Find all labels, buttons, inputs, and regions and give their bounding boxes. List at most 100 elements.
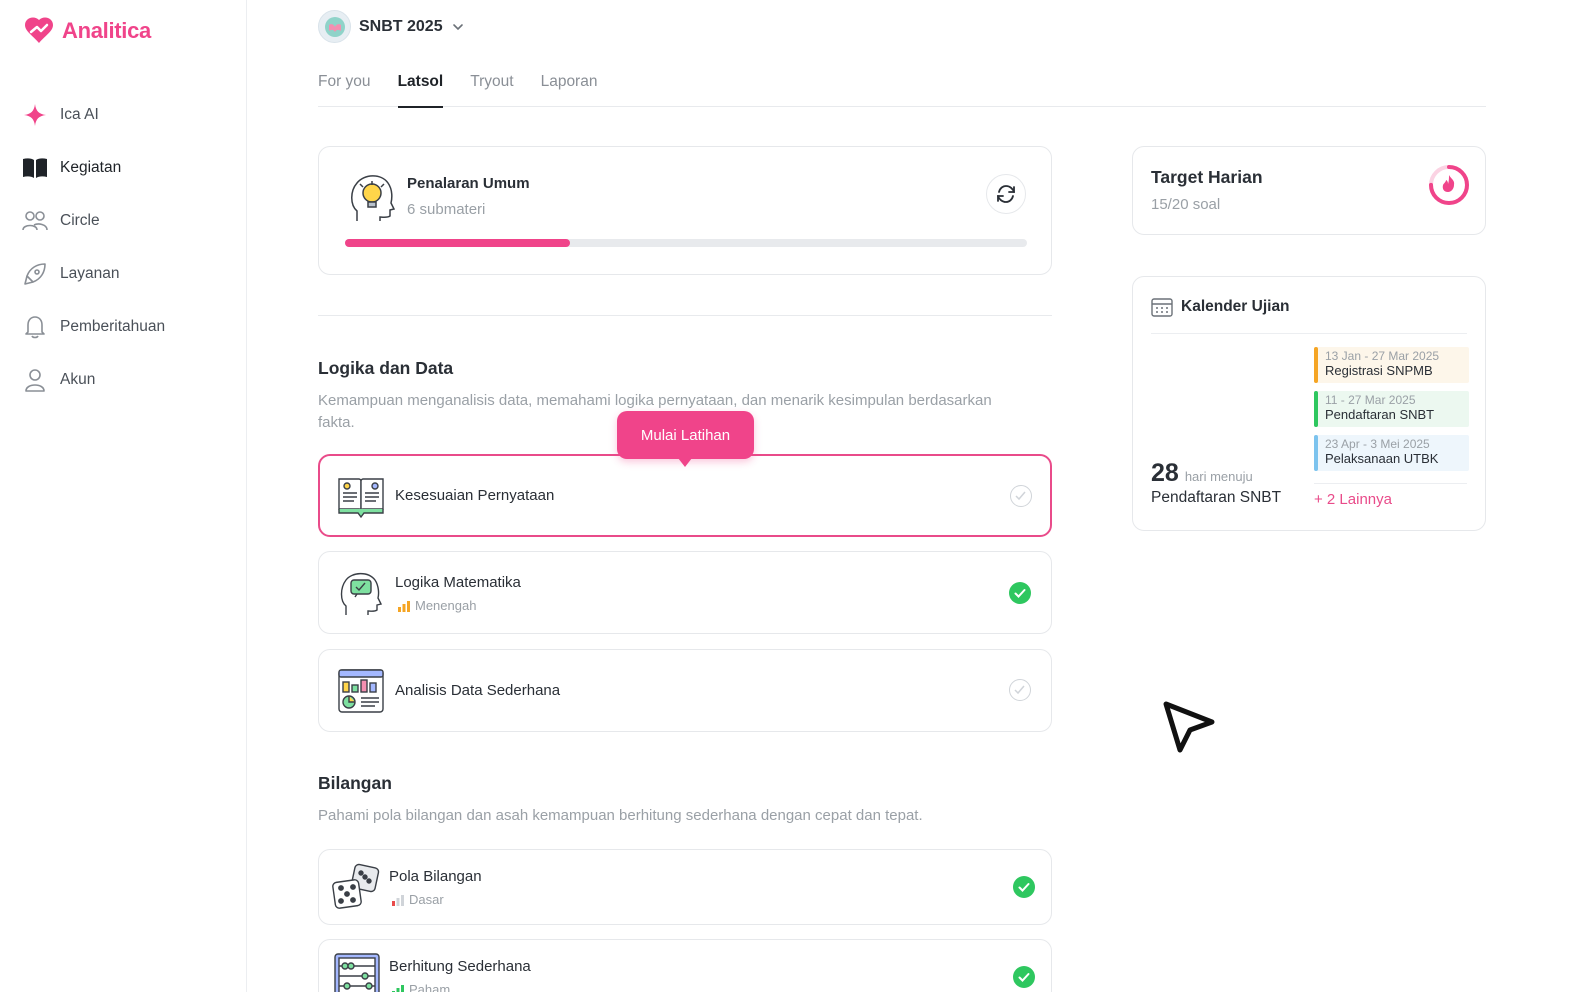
lesson-level-label: Paham: [409, 982, 451, 992]
tab-laporan[interactable]: Laporan: [541, 62, 598, 107]
lesson-title: Analisis Data Sederhana: [395, 682, 561, 699]
section-desc-bilangan: Pahami pola bilangan dan asah kemampuan …: [318, 807, 923, 824]
lesson-status-done-icon: [1013, 966, 1035, 988]
section-title-logika: Logika dan Data: [318, 358, 454, 378]
brand-name: Analitica: [62, 18, 151, 43]
exam-label: SNBT 2025: [359, 17, 443, 35]
rocket-icon: [22, 261, 48, 287]
tab-bar: For you Latsol Tryout Laporan: [318, 62, 1486, 108]
sidebar-item-layanan[interactable]: Layanan: [22, 247, 232, 300]
sidebar-item-label: Akun: [60, 370, 96, 388]
event-date: 11 - 27 Mar 2025: [1325, 393, 1416, 407]
lesson-status-unchecked-icon: [1010, 485, 1032, 507]
level-bars-icon: [392, 984, 404, 992]
start-practice-tooltip[interactable]: Mulai Latihan: [617, 411, 754, 467]
calendar-header: Kalender Ujian: [1151, 297, 1290, 317]
open-book-icon: [336, 471, 386, 519]
event-date: 13 Jan - 27 Mar 2025: [1325, 349, 1440, 363]
level-bars-icon: [392, 894, 404, 906]
daily-target-title: Target Harian: [1151, 167, 1263, 187]
tab-latsol[interactable]: Latsol: [397, 62, 443, 108]
sidebar-item-kegiatan[interactable]: Kegiatan: [22, 141, 232, 194]
countdown-event: Pendaftaran SNBT: [1151, 489, 1282, 506]
tooltip-label: Mulai Latihan: [640, 426, 731, 444]
head-chat-icon: [337, 568, 387, 616]
countdown-unit: hari menuju: [1184, 469, 1253, 484]
lesson-title: Logika Matematika: [395, 574, 521, 591]
subject-title: Penalaran Umum: [407, 175, 530, 192]
exam-calendar-card: Kalender Ujian 28 hari menuju Pendaftara…: [1132, 276, 1486, 531]
lesson-title: Pola Bilangan: [389, 868, 482, 885]
section-divider: [318, 315, 1052, 316]
calendar-events: 13 Jan - 27 Mar 2025 Registrasi SNPMB 11…: [1314, 347, 1469, 479]
event-color-bar: [1314, 391, 1318, 427]
countdown: 28 hari menuju: [1151, 459, 1253, 488]
calendar-event[interactable]: 13 Jan - 27 Mar 2025 Registrasi SNPMB: [1314, 347, 1469, 383]
daily-target-progress: 15/20 soal: [1151, 196, 1221, 213]
lightbulb-head-icon: [347, 169, 397, 225]
book-icon: [22, 155, 48, 181]
dice-icon: [331, 863, 381, 911]
target-ring-icon: [1429, 165, 1469, 205]
lesson-level: Menengah: [397, 598, 476, 613]
sparkle-icon: [22, 102, 48, 128]
subject-progress-fill: [345, 239, 571, 247]
lesson-status-unchecked-icon: [1009, 679, 1031, 701]
event-name: Registrasi SNPMB: [1325, 363, 1433, 378]
lesson-pola-bilangan[interactable]: Pola Bilangan Dasar: [318, 849, 1052, 925]
event-color-bar: [1314, 347, 1318, 383]
sidebar: Analitica Ica AI Kegiatan Circle Layanan: [0, 0, 247, 992]
refresh-button[interactable]: [986, 174, 1026, 214]
lesson-title: Kesesuaian Pernyataan: [395, 487, 555, 504]
section-title-bilangan: Bilangan: [318, 773, 392, 793]
event-color-bar: [1314, 435, 1318, 471]
calendar-divider: [1151, 333, 1467, 334]
sidebar-item-pemberitahuan[interactable]: Pemberitahuan: [22, 300, 232, 353]
refresh-icon: [997, 185, 1015, 203]
lesson-analisis-data-sederhana[interactable]: Analisis Data Sederhana: [318, 649, 1052, 732]
abacus-icon: [333, 952, 383, 992]
sidebar-item-label: Kegiatan: [60, 158, 122, 176]
calendar-event[interactable]: 11 - 27 Mar 2025 Pendaftaran SNBT: [1314, 391, 1469, 427]
calendar-icon: [1151, 298, 1173, 317]
lesson-status-done-icon: [1009, 582, 1031, 604]
sidebar-item-label: Pemberitahuan: [60, 317, 166, 335]
lesson-logika-matematika[interactable]: Logika Matematika Menengah: [318, 551, 1052, 634]
more-events-link[interactable]: + 2 Lainnya: [1314, 491, 1392, 508]
sidebar-nav: Ica AI Kegiatan Circle Layanan Pemberita…: [22, 88, 232, 406]
bell-icon: [22, 314, 48, 340]
tab-tryout[interactable]: Tryout: [470, 62, 513, 107]
exam-selector[interactable]: SNBT 2025: [318, 10, 465, 43]
level-bars-icon: [398, 600, 410, 612]
event-name: Pendaftaran SNBT: [1325, 407, 1435, 422]
countdown-days: 28: [1151, 459, 1179, 487]
dashboard-chart-icon: [337, 668, 387, 716]
tab-for-you[interactable]: For you: [318, 62, 371, 107]
event-name: Pelaksanaan UTBK: [1325, 451, 1439, 466]
lesson-level: Dasar: [391, 892, 444, 907]
subject-subtitle: 6 submateri: [407, 201, 486, 218]
subject-progress-bar: [345, 239, 1027, 247]
calendar-event[interactable]: 23 Apr - 3 Mei 2025 Pelaksanaan UTBK: [1314, 435, 1469, 471]
exam-avatar: [318, 10, 351, 43]
sidebar-item-ica-ai[interactable]: Ica AI: [22, 88, 232, 141]
user-icon: [22, 367, 48, 393]
mouse-cursor-icon: [1163, 701, 1215, 753]
lesson-berhitung-sederhana[interactable]: Berhitung Sederhana Paham: [318, 939, 1052, 992]
calendar-events-divider: [1314, 483, 1467, 484]
sidebar-item-label: Ica AI: [60, 105, 99, 123]
subject-card[interactable]: Penalaran Umum 6 submateri: [318, 146, 1052, 275]
sidebar-item-circle[interactable]: Circle: [22, 194, 232, 247]
daily-target-card[interactable]: Target Harian 15/20 soal: [1132, 146, 1486, 235]
analitica-logo-icon: [25, 17, 53, 43]
users-icon: [22, 208, 48, 234]
event-date: 23 Apr - 3 Mei 2025: [1325, 437, 1430, 451]
lesson-level: Paham: [391, 982, 450, 992]
calendar-title: Kalender Ujian: [1181, 298, 1290, 315]
chevron-down-icon: [452, 23, 463, 30]
brand-logo[interactable]: Analitica: [22, 16, 151, 46]
lesson-status-done-icon: [1013, 876, 1035, 898]
lesson-level-label: Dasar: [409, 892, 444, 907]
sidebar-item-label: Circle: [60, 211, 100, 229]
sidebar-item-akun[interactable]: Akun: [22, 353, 232, 406]
